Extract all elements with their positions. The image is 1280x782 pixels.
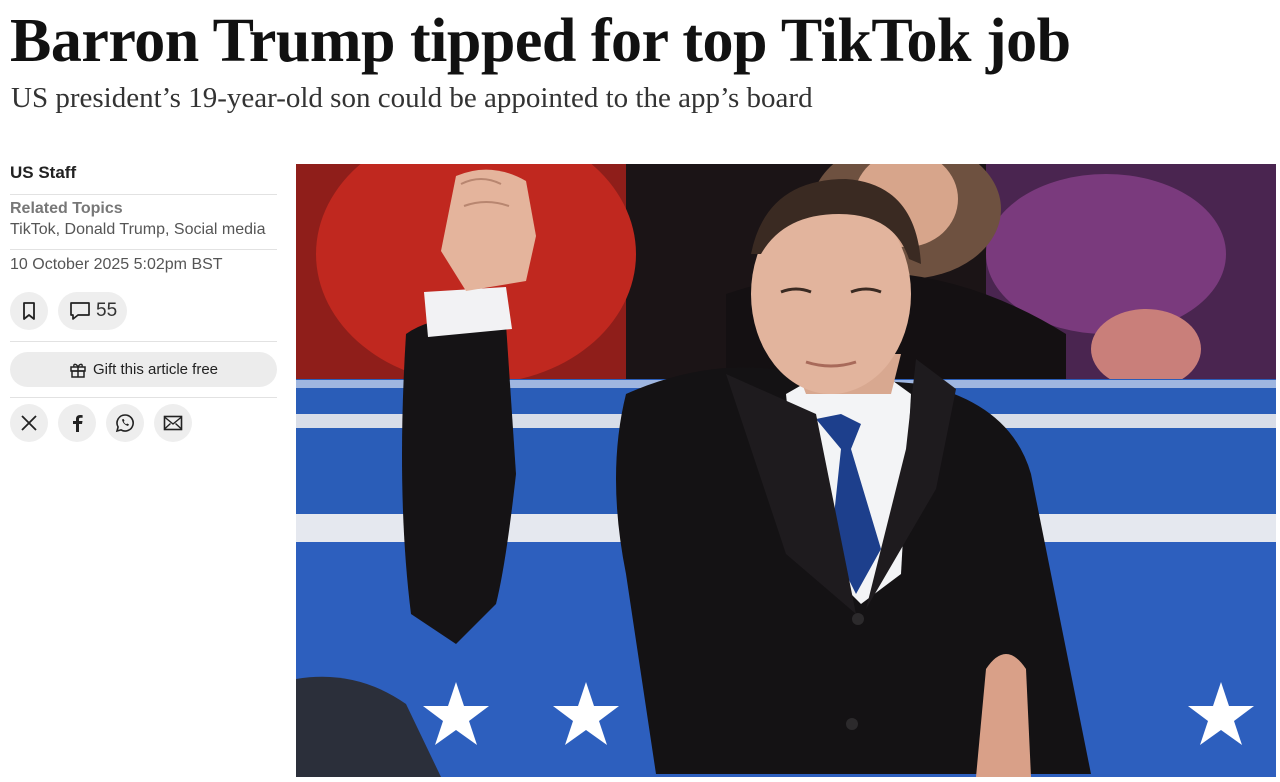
bookmark-icon (23, 302, 35, 320)
share-email-button[interactable] (154, 404, 192, 442)
article-actions: 55 (10, 289, 277, 333)
divider (10, 397, 277, 398)
article-sidebar: US Staff Related Topics TikTok, Donald T… (10, 160, 277, 442)
gift-article-button[interactable]: Gift this article free (10, 352, 277, 387)
gift-icon (70, 363, 86, 378)
divider (10, 249, 277, 250)
comment-bubble-icon (70, 302, 90, 320)
gift-article-label: Gift this article free (92, 361, 219, 378)
related-topics-label: Related Topics (10, 200, 123, 217)
x-logo-icon (21, 415, 37, 431)
share-bar (10, 404, 277, 442)
hero-photo (296, 164, 1276, 777)
publish-date: 10 October 2025 5:02pm BST (10, 256, 223, 273)
email-icon (163, 415, 183, 431)
comment-count: 55 (96, 300, 118, 321)
share-x-button[interactable] (10, 404, 48, 442)
share-facebook-button[interactable] (58, 404, 96, 442)
facebook-icon (73, 414, 83, 432)
article-headline: Barron Trump tipped for top TikTok job (10, 7, 1071, 75)
article-standfirst: US president’s 19-year-old son could be … (11, 82, 813, 114)
whatsapp-icon (115, 414, 134, 433)
related-topics: Related Topics TikTok, Donald Trump, Soc… (10, 195, 277, 249)
related-topics-list[interactable]: TikTok, Donald Trump, Social media (10, 219, 277, 241)
comments-button[interactable]: 55 (58, 292, 128, 330)
hero-photo-illustration (296, 164, 1276, 777)
share-whatsapp-button[interactable] (106, 404, 144, 442)
divider (10, 341, 277, 342)
save-article-button[interactable] (10, 292, 48, 330)
author-byline[interactable]: US Staff (10, 160, 277, 194)
